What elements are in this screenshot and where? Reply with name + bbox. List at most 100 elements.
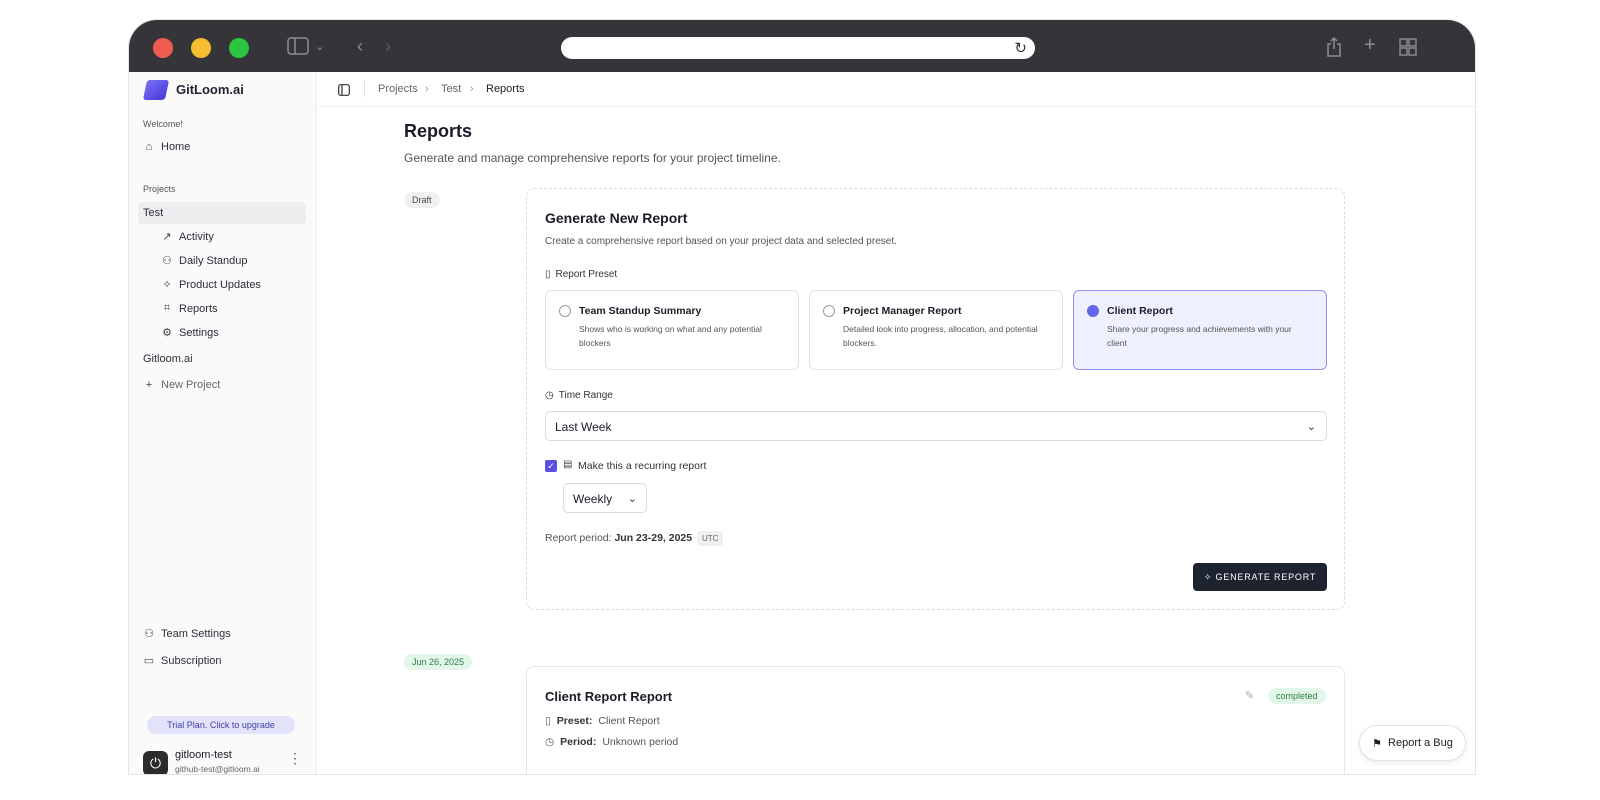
page-subtitle: Generate and manage comprehensive report…	[404, 151, 781, 165]
sidebar-item-project-gitloom[interactable]: Gitloom.ai	[143, 353, 193, 365]
maximize-window-button[interactable]	[229, 38, 249, 58]
report-bug-button[interactable]: ⚑ Report a Bug	[1359, 725, 1466, 761]
file-icon: ▯	[545, 269, 551, 280]
browser-window: ⌄ ‹ › ↻ + GitLoom.ai Welcome! ⌂ Home Pro…	[129, 20, 1475, 774]
projects-label: Projects	[143, 184, 176, 194]
period-meta-value: Unknown period	[602, 736, 679, 748]
chevron-down-icon[interactable]: ⌄	[315, 38, 324, 56]
more-options-icon[interactable]: ⋮	[288, 750, 302, 767]
status-badge: completed	[1268, 688, 1326, 704]
preset-client-report[interactable]: Client Report Share your progress and ac…	[1073, 290, 1327, 370]
breadcrumb: Projects › Test › Reports	[318, 72, 1475, 107]
tab-overview-icon[interactable]	[1399, 38, 1417, 59]
preset-meta-label: Preset:	[556, 715, 593, 727]
new-project-label: New Project	[161, 379, 221, 391]
sidebar-item-activity[interactable]: ↗ Activity	[161, 230, 213, 244]
sidebar-item-daily-standup[interactable]: ⚇ Daily Standup	[161, 254, 248, 268]
clock-icon: ◷	[545, 390, 554, 401]
gear-icon: ⚙	[162, 327, 172, 339]
close-window-button[interactable]	[153, 38, 173, 58]
card-title: Generate New Report	[545, 210, 688, 226]
preset-title: Team Standup Summary	[579, 305, 702, 317]
breadcrumb-divider	[364, 81, 365, 97]
report-period-value: Jun 23-29, 2025	[614, 532, 693, 544]
sidebar-item-label: Daily Standup	[179, 254, 248, 267]
time-range-label: ◷ Time Range	[545, 390, 613, 401]
gitloom-logo-icon	[142, 80, 170, 100]
home-icon: ⌂	[145, 141, 153, 153]
sidebar-item-product-updates[interactable]: ✧ Product Updates	[161, 278, 261, 292]
breadcrumb-test[interactable]: Test	[441, 83, 461, 95]
new-project-button[interactable]: + New Project	[143, 379, 221, 391]
recurring-frequency-select[interactable]: Weekly ⌄	[563, 483, 647, 513]
report-preset-label: ▯ Report Preset	[545, 269, 617, 280]
forward-icon[interactable]: ›	[385, 37, 391, 55]
sidebar-item-label: Subscription	[161, 654, 222, 667]
reload-icon[interactable]: ↻	[1014, 39, 1027, 57]
report-bug-label: Report a Bug	[1388, 737, 1453, 749]
breadcrumb-projects[interactable]: Projects	[378, 83, 418, 95]
sidebar-item-home[interactable]: ⌂ Home	[143, 141, 191, 153]
share-icon[interactable]	[1326, 36, 1342, 60]
period-meta-label: Period:	[560, 736, 597, 748]
preset-project-manager[interactable]: Project Manager Report Detailed look int…	[809, 290, 1063, 370]
report-date-badge: Jun 26, 2025	[404, 654, 473, 670]
back-icon[interactable]: ‹	[357, 37, 363, 55]
trial-upgrade-banner[interactable]: Trial Plan. Click to upgrade	[147, 716, 295, 734]
panel-toggle-icon[interactable]	[338, 83, 350, 101]
recurring-label[interactable]: Make this a recurring report	[578, 460, 706, 472]
report-preset-text: Report Preset	[555, 269, 618, 280]
file-icon: ▯	[545, 715, 551, 727]
timezone-badge: UTC	[697, 531, 724, 546]
brand-name[interactable]: GitLoom.ai	[176, 82, 244, 97]
report-preset-meta: ▯ Preset: Client Report	[545, 715, 660, 727]
users-icon: ⚇	[162, 255, 172, 267]
chevron-right-icon: ›	[425, 83, 429, 95]
clock-icon: ◷	[545, 736, 555, 748]
browser-titlebar: ⌄ ‹ › ↻ +	[129, 20, 1475, 72]
chevron-down-icon: ⌄	[627, 493, 637, 505]
user-email: github-test@gitloom.ai	[175, 764, 260, 774]
sidebar-item-reports[interactable]: ⌗ Reports	[161, 302, 218, 315]
tag-icon: ⌗	[163, 302, 171, 314]
minimize-window-button[interactable]	[191, 38, 211, 58]
generate-report-label: GENERATE REPORT	[1215, 572, 1317, 582]
sidebar-toggle-icon[interactable]	[287, 37, 309, 58]
preset-description: Shows who is working on what and any pot…	[579, 324, 762, 348]
users-icon: ⚇	[144, 628, 154, 640]
draft-badge: Draft	[404, 192, 440, 208]
preset-team-standup[interactable]: Team Standup Summary Shows who is workin…	[545, 290, 799, 370]
report-period: Report period: Jun 23-29, 2025	[545, 532, 692, 544]
preset-description: Detailed look into progress, allocation,…	[843, 324, 1038, 348]
generate-report-button[interactable]: ✧ GENERATE REPORT	[1193, 563, 1327, 591]
chevron-down-icon: ⌄	[1306, 421, 1316, 433]
time-range-value: Last Week	[555, 420, 612, 434]
edit-icon[interactable]: ✎	[1245, 689, 1254, 702]
sidebar-item-settings[interactable]: ⚙ Settings	[161, 326, 219, 340]
report-period-label: Report period:	[545, 532, 612, 544]
report-period-meta: ◷ Period: Unknown period	[545, 736, 678, 748]
recurring-checkbox[interactable]: ✓	[545, 460, 557, 472]
main-content: Projects › Test › Reports Reports Genera…	[318, 72, 1475, 774]
sidebar-item-label: Gitloom.ai	[143, 353, 193, 365]
time-range-select[interactable]: Last Week ⌄	[545, 411, 1327, 441]
generate-report-card: Generate New Report Create a comprehensi…	[526, 188, 1345, 610]
sidebar-item-project-test[interactable]: Test	[143, 207, 163, 219]
sidebar-item-subscription[interactable]: ▭ Subscription	[143, 654, 222, 668]
sidebar-item-team-settings[interactable]: ⚇ Team Settings	[143, 627, 231, 641]
active-project-highlight	[138, 202, 306, 224]
sparkle-icon: ✧	[162, 279, 172, 291]
calendar-icon: ▤	[563, 459, 573, 470]
avatar[interactable]: ⏻	[143, 751, 168, 774]
report-entry-card[interactable]: Client Report Report ✎ completed ▯ Prese…	[526, 666, 1345, 774]
sparkle-icon: ✧	[1203, 572, 1213, 582]
preset-radio[interactable]	[823, 305, 835, 317]
url-bar[interactable]: ↻	[561, 37, 1035, 59]
preset-radio[interactable]	[559, 305, 571, 317]
sidebar-item-label: Product Updates	[179, 278, 261, 291]
card-subtitle: Create a comprehensive report based on y…	[545, 236, 897, 247]
chevron-right-icon: ›	[470, 83, 474, 95]
new-tab-icon[interactable]: +	[1364, 35, 1376, 55]
preset-radio-selected[interactable]	[1087, 305, 1099, 317]
sidebar-item-label: Settings	[179, 326, 219, 339]
